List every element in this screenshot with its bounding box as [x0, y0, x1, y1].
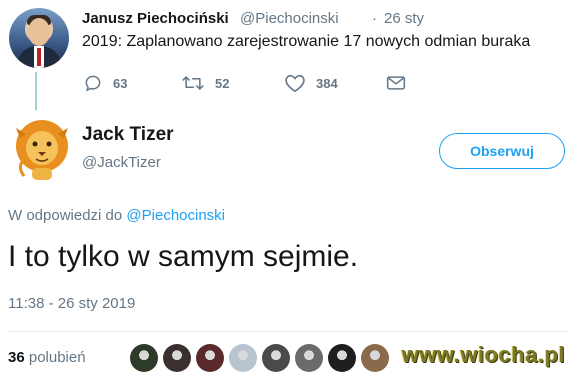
likes-count: 36 — [8, 349, 25, 366]
reply-icon — [85, 75, 101, 92]
parent-tweet-date[interactable]: 26 sty — [384, 10, 424, 27]
lion-avatar[interactable] — [14, 118, 70, 182]
retweet-action[interactable]: 52 — [181, 72, 229, 94]
reply-to-prefix: W odpowiedzi do — [8, 207, 123, 224]
retweet-count: 52 — [215, 75, 230, 91]
parent-tweet-text: 2019: Zaplanowano zarejestrowanie 17 now… — [82, 33, 531, 50]
liker-avatar[interactable] — [163, 344, 191, 372]
separator-dot: · — [372, 10, 377, 27]
reply-tweet-timestamp[interactable]: 11:38 - 26 sty 2019 — [8, 295, 135, 312]
liker-avatar[interactable] — [130, 344, 158, 372]
message-action[interactable] — [386, 72, 406, 94]
like-count: 384 — [316, 75, 338, 91]
thread-connector-line — [35, 72, 37, 110]
reply-author-handle[interactable]: @JackTizer — [82, 154, 161, 171]
reply-action[interactable]: 63 — [83, 72, 127, 94]
liker-avatar[interactable] — [328, 344, 356, 372]
liker-avatar[interactable] — [361, 344, 389, 372]
message-icon — [386, 76, 406, 90]
divider — [8, 331, 568, 332]
retweet-icon — [182, 76, 204, 90]
reply-author-name[interactable]: Jack Tizer — [82, 124, 174, 146]
like-icon — [285, 74, 305, 93]
liker-avatar[interactable] — [262, 344, 290, 372]
liker-avatar[interactable] — [196, 344, 224, 372]
reply-context: W odpowiedzi do @Piechocinski — [8, 207, 225, 224]
parent-author-avatar[interactable] — [9, 8, 69, 68]
follow-button[interactable]: Obserwuj — [439, 133, 565, 169]
parent-author-name[interactable]: Janusz Piechociński — [82, 10, 229, 27]
like-action[interactable]: 384 — [284, 72, 338, 94]
reply-count: 63 — [113, 75, 128, 91]
liker-avatars — [130, 344, 389, 372]
liker-avatar[interactable] — [295, 344, 323, 372]
reply-to-mention-link[interactable]: @Piechocinski — [126, 207, 225, 224]
site-watermark: www.wiocha.pl — [401, 342, 565, 367]
reply-tweet-text: I to tylko w samym sejmie. — [8, 240, 359, 273]
liker-avatar[interactable] — [229, 344, 257, 372]
likes-summary[interactable]: 36 polubień — [8, 349, 86, 366]
likes-label: polubień — [28, 349, 86, 366]
parent-author-handle[interactable]: @Piechocinski — [240, 10, 339, 27]
